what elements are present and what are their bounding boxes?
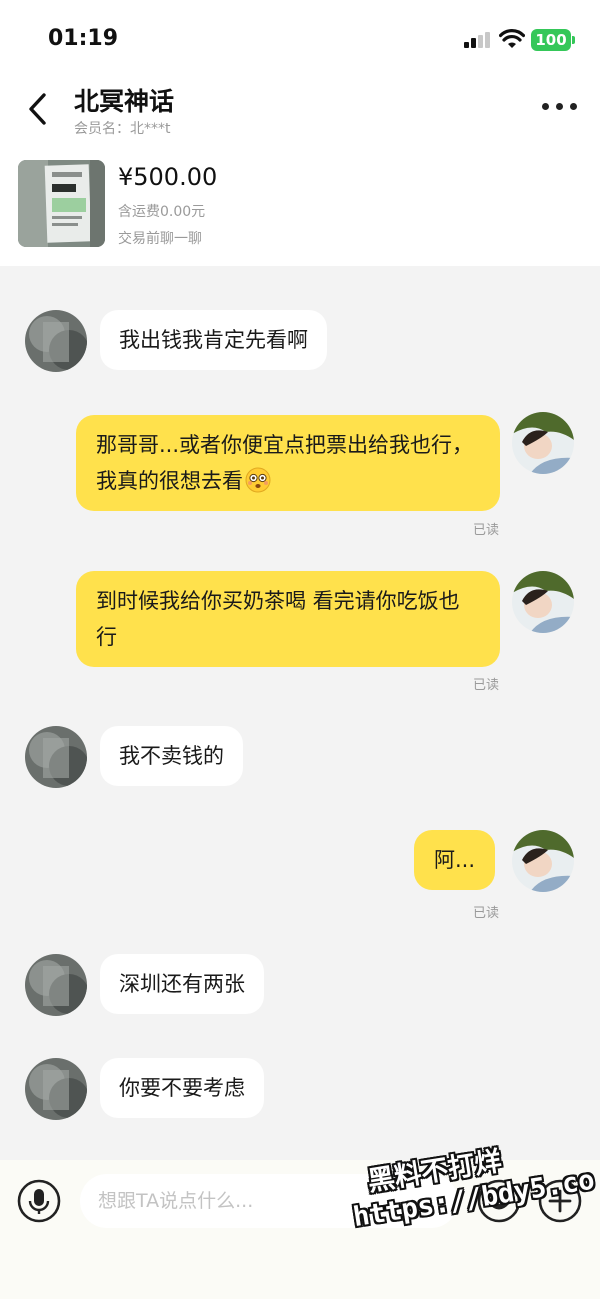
message-text: 到时候我给你买奶茶喝 看完请你吃饭也行 xyxy=(96,589,460,649)
message-bubble-outgoing[interactable]: 那哥哥...或者你便宜点把票出给我也行，我真的很想去看 xyxy=(76,415,500,511)
battery-icon: 100 xyxy=(531,29,571,51)
message-bubble-outgoing[interactable]: 阿... xyxy=(414,830,496,890)
chat-title[interactable]: 北冥神话 xyxy=(74,82,174,118)
message-bubble-incoming[interactable]: 我不卖钱的 xyxy=(100,726,243,786)
status-bar: 01:19 100 xyxy=(0,22,600,56)
message-bubble-incoming[interactable]: 我出钱我肯定先看啊 xyxy=(100,310,327,370)
seller-avatar[interactable] xyxy=(25,1058,87,1120)
chevron-left-icon[interactable] xyxy=(24,92,54,126)
chat-hint: 交易前聊一聊 xyxy=(118,231,202,247)
user-avatar[interactable] xyxy=(512,571,574,633)
signal-icon xyxy=(464,32,492,48)
more-dots-icon[interactable] xyxy=(540,101,580,113)
flushed-face-emoji xyxy=(245,467,271,493)
read-receipt: 已读 xyxy=(473,523,500,538)
user-avatar[interactable] xyxy=(512,412,574,474)
chat-header: 01:19 100 北冥神话 会员名：北***t ¥500.00 含运费0.00… xyxy=(0,0,600,266)
product-thumbnail[interactable] xyxy=(18,160,105,247)
message-bubble-incoming[interactable]: 你要不要考虑 xyxy=(100,1058,264,1118)
status-time: 01:19 xyxy=(48,26,119,51)
seller-avatar[interactable] xyxy=(25,954,87,1016)
seller-avatar[interactable] xyxy=(25,310,87,372)
message-text: 深圳还有两张 xyxy=(119,972,245,996)
message-text: 我出钱我肯定先看啊 xyxy=(119,328,308,352)
product-price: ¥500.00 xyxy=(118,163,218,191)
microphone-icon[interactable] xyxy=(17,1179,61,1223)
message-text: 阿... xyxy=(434,848,476,872)
read-receipt: 已读 xyxy=(473,906,500,921)
shipping-fee: 含运费0.00元 xyxy=(118,204,206,220)
seller-avatar[interactable] xyxy=(25,726,87,788)
message-bubble-incoming[interactable]: 深圳还有两张 xyxy=(100,954,264,1014)
message-text: 你要不要考虑 xyxy=(119,1076,245,1100)
member-name: 会员名：北***t xyxy=(74,121,171,137)
battery-tip xyxy=(572,36,575,44)
read-receipt: 已读 xyxy=(473,678,500,693)
wifi-icon xyxy=(499,29,525,48)
message-text: 我不卖钱的 xyxy=(119,744,224,768)
message-bubble-outgoing[interactable]: 到时候我给你买奶茶喝 看完请你吃饭也行 xyxy=(76,571,500,667)
user-avatar[interactable] xyxy=(512,830,574,892)
message-text: 那哥哥...或者你便宜点把票出给我也行，我真的很想去看 xyxy=(96,433,474,493)
